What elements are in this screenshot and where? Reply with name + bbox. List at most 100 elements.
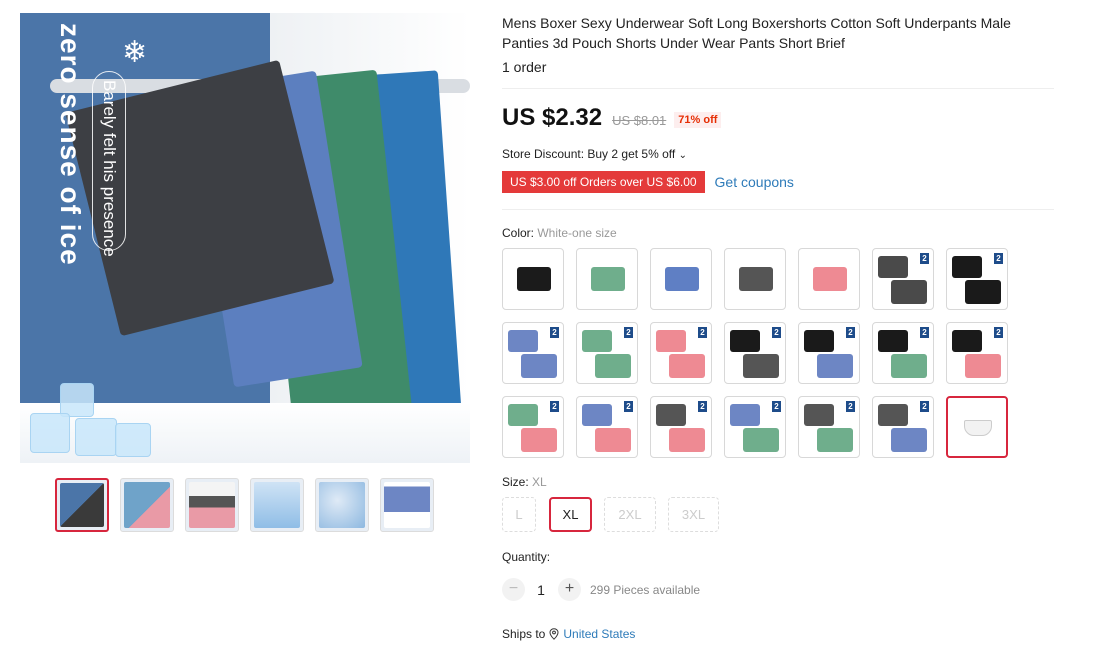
color-swatch[interactable]: 2 [650,396,712,458]
color-label-text: Color: [502,226,535,240]
color-swatch[interactable] [650,248,712,310]
pack-count-badge: 2 [698,401,707,412]
swatch-garment [817,354,853,378]
swatch-garment [730,404,760,426]
thumbnail-3[interactable] [185,478,239,532]
swatch-garment [595,428,631,452]
size-label: Size: XL [502,475,547,489]
pack-count-badge: 2 [550,327,559,338]
swatch-garment [517,267,551,291]
color-swatch[interactable]: 2 [946,248,1008,310]
main-product-image[interactable]: Barely felt his presence zero sense of i… [20,13,470,463]
swatch-garment [591,267,625,291]
quantity-value[interactable]: 1 [532,582,550,598]
swatch-garment [595,354,631,378]
color-swatch[interactable] [502,248,564,310]
pack-count-badge: 2 [846,327,855,338]
pack-count-badge: 2 [624,327,633,338]
store-discount[interactable]: Store Discount: Buy 2 get 5% off ⌄ [502,147,687,161]
swatch-garment [743,428,779,452]
quantity-increase-button[interactable]: + [558,578,581,601]
thumbnail-image [189,482,235,528]
swatch-garment [965,280,1001,304]
pack-count-badge: 2 [550,401,559,412]
thumbnail-4[interactable] [250,478,304,532]
thumbnail-image [124,482,170,528]
thumbnail-1[interactable] [55,478,109,532]
thumbnail-image [254,482,300,528]
ship-country-link[interactable]: United States [563,627,635,641]
color-swatch[interactable]: 2 [946,322,1008,384]
pack-count-badge: 2 [920,253,929,264]
thumbnail-5[interactable] [315,478,369,532]
coupon-tag[interactable]: US $3.00 off Orders over US $6.00 [502,171,709,193]
price-row: US $2.32 US $8.01 71% off [502,104,722,132]
size-option-l[interactable]: L [502,497,536,532]
color-swatch[interactable]: 2 [724,396,786,458]
ships-to-label: Ships to [502,627,546,641]
color-swatch[interactable] [724,248,786,310]
swatch-garment [743,354,779,378]
pack-count-badge: 2 [994,327,1003,338]
quantity-label: Quantity: [502,550,551,564]
swatch-garment [891,280,927,304]
color-swatch[interactable]: 2 [502,322,564,384]
pack-count-badge: 2 [994,253,1003,264]
color-swatch[interactable]: 2 [576,322,638,384]
swatch-garment [965,354,1001,378]
size-option-xl[interactable]: XL [549,497,592,532]
color-swatch[interactable]: 2 [502,396,564,458]
divider [502,88,1054,89]
swatch-garment [804,330,834,352]
swatch-garment [582,330,612,352]
product-title: Mens Boxer Sexy Underwear Soft Long Boxe… [502,15,1011,51]
swatch-garment [813,267,847,291]
pack-count-badge: 2 [846,401,855,412]
color-swatch[interactable]: 2 [724,322,786,384]
location-pin-icon [549,628,559,640]
pack-count-badge: 2 [772,401,781,412]
size-label-text: Size: [502,475,529,489]
color-swatch[interactable]: 2 [576,396,638,458]
swatch-garment [952,256,982,278]
ice-cube-3 [75,418,117,456]
color-swatch[interactable]: 2 [872,322,934,384]
snowflake-icon: ❄ [122,36,148,69]
swatch-garment [878,404,908,426]
swatch-garment [521,354,557,378]
pack-count-badge: 2 [698,327,707,338]
swatch-garment [656,404,686,426]
color-swatch[interactable] [576,248,638,310]
size-option-2xl[interactable]: 2XL [604,497,656,532]
swatch-garment [665,267,699,291]
thumbnail-2[interactable] [120,478,174,532]
thumbnail-6[interactable] [380,478,434,532]
color-swatch[interactable]: 2 [650,322,712,384]
selected-size: XL [532,475,547,489]
get-coupons-link[interactable]: Get coupons [715,174,794,190]
color-swatch[interactable]: 2 [872,396,934,458]
ice-cube-2 [30,413,70,453]
swatch-garment [582,404,612,426]
swatch-garment [508,330,538,352]
color-swatch[interactable] [946,396,1008,458]
swatch-garment [964,420,992,436]
swatch-garment [521,428,557,452]
swatch-garment [804,404,834,426]
swatch-garment [508,404,538,426]
size-option-3xl[interactable]: 3XL [668,497,719,532]
pack-count-badge: 2 [624,401,633,412]
color-swatch[interactable]: 2 [798,396,860,458]
swatch-garment [656,330,686,352]
swatch-garment [669,354,705,378]
original-price: US $8.01 [612,113,667,128]
color-swatch[interactable] [798,248,860,310]
swatch-garment [669,428,705,452]
color-swatch[interactable]: 2 [872,248,934,310]
store-discount-text: Store Discount: Buy 2 get 5% off [502,147,676,161]
quantity-decrease-button[interactable]: − [502,578,525,601]
hero-subtext: Barely felt his presence [100,80,119,257]
color-swatch[interactable]: 2 [798,322,860,384]
divider [502,209,1054,210]
thumbnail-image [319,482,365,528]
